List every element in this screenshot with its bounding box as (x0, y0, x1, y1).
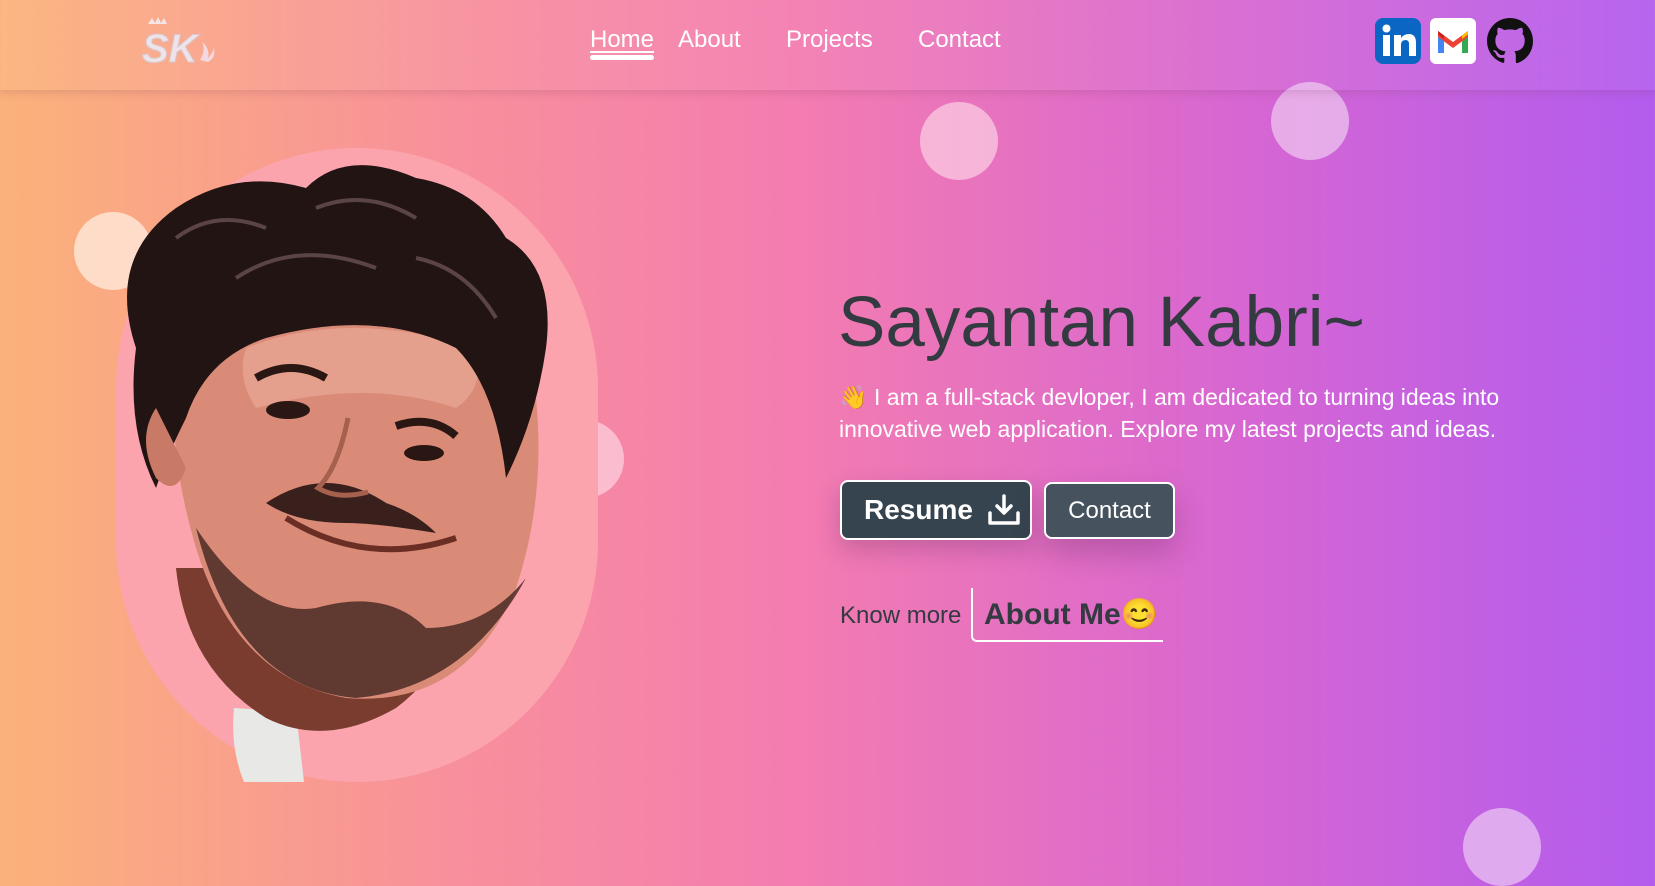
navbar: SK Home About Projects Contact (0, 0, 1655, 90)
download-icon (988, 494, 1020, 525)
resume-button-label: Resume (864, 494, 973, 525)
resume-button[interactable]: Resume (840, 480, 1032, 540)
nav-link-contact[interactable]: Contact (918, 26, 1001, 54)
hero-description: 👋 I am a full-stack devloper, I am dedic… (839, 384, 1500, 442)
decorative-bubble (1463, 808, 1541, 886)
about-me-label: About Me😊 (984, 597, 1158, 631)
gmail-icon[interactable] (1430, 18, 1476, 64)
hero-name: Sayantan Kabri~ (838, 283, 1365, 362)
nav-link-projects[interactable]: Projects (786, 26, 873, 54)
decorative-bubble (1271, 82, 1349, 160)
about-me-link[interactable]: About Me😊 (971, 588, 1163, 642)
decorative-bubble (920, 102, 998, 180)
nav-link-home[interactable]: Home (590, 26, 655, 60)
profile-portrait (127, 165, 548, 782)
nav-link-about[interactable]: About (678, 26, 741, 54)
sk-logo[interactable]: SK (140, 14, 220, 70)
github-icon[interactable] (1486, 17, 1534, 65)
svg-text:SK: SK (142, 27, 201, 70)
contact-button[interactable]: Contact (1044, 482, 1175, 539)
know-more-label: Know more (840, 602, 962, 629)
contact-button-label: Contact (1068, 496, 1151, 524)
linkedin-icon[interactable] (1375, 18, 1421, 64)
